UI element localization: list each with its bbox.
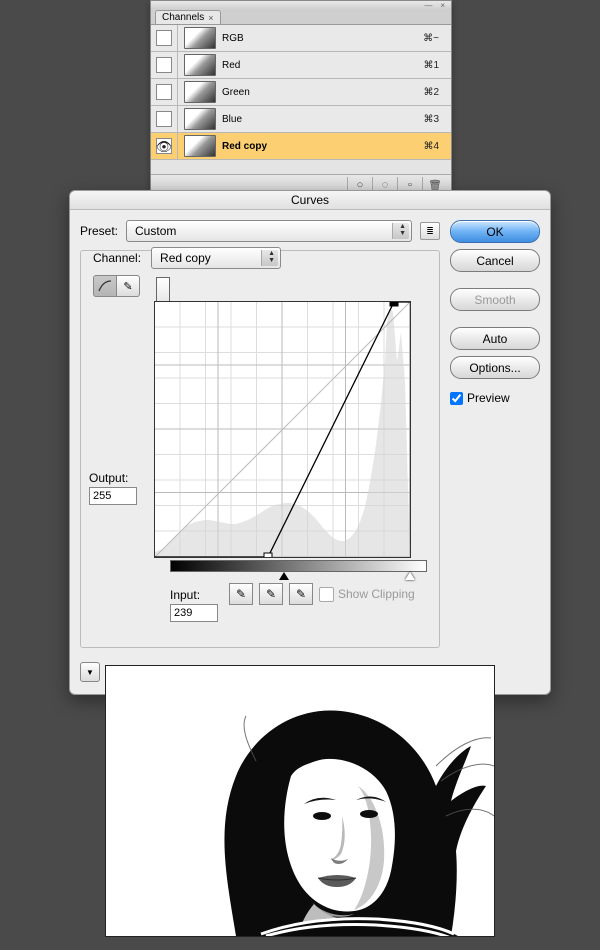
tab-channels[interactable]: Channels × xyxy=(155,10,221,24)
channel-shortcut: ⌘4 xyxy=(423,141,451,152)
auto-button[interactable]: Auto xyxy=(450,327,540,350)
ok-label: OK xyxy=(486,225,503,239)
smooth-button[interactable]: Smooth xyxy=(450,288,540,311)
black-point-slider[interactable] xyxy=(279,572,289,580)
show-clipping-label: Show Clipping xyxy=(338,587,415,601)
tab-close-icon[interactable]: × xyxy=(208,13,213,23)
preset-dropdown[interactable]: Custom ▲▼ xyxy=(126,220,412,242)
channel-shortcut: ⌘1 xyxy=(423,60,451,71)
close-icon[interactable]: × xyxy=(440,1,445,10)
channel-row[interactable]: Green ⌘2 xyxy=(151,79,451,106)
gray-eyedropper-button[interactable]: ✎ xyxy=(259,583,283,605)
channel-row[interactable]: Red ⌘1 xyxy=(151,52,451,79)
curve-grid[interactable] xyxy=(154,301,411,558)
channels-panel: — × Channels × RGB ⌘~ Red ⌘1 Green ⌘2 Bl… xyxy=(150,0,452,196)
channel-name: Green xyxy=(222,87,423,98)
disclosure-button[interactable]: ▼ xyxy=(80,662,100,682)
preview-label: Preview xyxy=(467,391,510,405)
channel-row[interactable]: Blue ⌘3 xyxy=(151,106,451,133)
output-field[interactable] xyxy=(89,487,137,505)
channel-name: Blue xyxy=(222,114,423,125)
output-label: Output: xyxy=(89,471,137,485)
eyedropper-icon: ✎ xyxy=(236,587,246,601)
channel-dropdown[interactable]: Red copy ▲▼ xyxy=(151,247,281,269)
tab-label: Channels xyxy=(162,12,204,23)
options-button[interactable]: Options... xyxy=(450,356,540,379)
channel-thumb xyxy=(184,108,216,130)
smooth-label: Smooth xyxy=(474,293,515,307)
eyedropper-icon: ✎ xyxy=(266,587,276,601)
white-eyedropper-button[interactable]: ✎ xyxy=(289,583,313,605)
white-point-slider[interactable] xyxy=(405,572,415,580)
curve-group: Channel: Red copy ▲▼ ✎ xyxy=(80,250,440,648)
preview-checkbox[interactable] xyxy=(450,392,463,405)
curve-point-shadow[interactable] xyxy=(264,553,273,559)
channel-thumb xyxy=(184,54,216,76)
show-clipping-row[interactable]: Show Clipping xyxy=(319,587,415,602)
panel-titlebar: — × xyxy=(151,1,451,9)
pencil-tool-button[interactable]: ✎ xyxy=(117,275,140,297)
show-clipping-checkbox[interactable] xyxy=(319,587,334,602)
panel-tabs: Channels × xyxy=(151,9,451,25)
channel-thumb xyxy=(184,135,216,157)
channel-thumb xyxy=(184,27,216,49)
visibility-toggle[interactable] xyxy=(151,79,178,105)
visibility-toggle[interactable]: 👁 xyxy=(151,133,178,159)
channel-row[interactable]: 👁 Red copy ⌘4 xyxy=(151,133,451,160)
auto-label: Auto xyxy=(483,332,508,346)
preset-menu-icon[interactable]: ≣ xyxy=(420,222,440,240)
input-gradient xyxy=(170,560,427,572)
pencil-icon: ✎ xyxy=(123,280,132,293)
black-eyedropper-button[interactable]: ✎ xyxy=(229,583,253,605)
dialog-title: Curves xyxy=(70,191,550,210)
preset-label: Preset: xyxy=(80,224,118,238)
channel-label: Channel: xyxy=(89,251,145,265)
channel-shortcut: ⌘3 xyxy=(423,114,451,125)
curve-tool-icon xyxy=(98,280,112,292)
ok-button[interactable]: OK xyxy=(450,220,540,243)
curve-point-highlight[interactable] xyxy=(390,301,399,307)
channel-shortcut: ⌘~ xyxy=(423,33,451,44)
eyedropper-icon: ✎ xyxy=(296,587,306,601)
result-preview xyxy=(105,665,495,937)
channel-value: Red copy xyxy=(160,251,211,265)
channel-name: Red xyxy=(222,60,423,71)
curves-dialog: Curves Preset: Custom ▲▼ ≣ Channel: Red … xyxy=(69,190,551,695)
channel-shortcut: ⌘2 xyxy=(423,87,451,98)
cancel-label: Cancel xyxy=(476,254,513,268)
curve-tool-button[interactable] xyxy=(93,275,117,297)
input-field[interactable] xyxy=(170,604,218,622)
preset-value: Custom xyxy=(135,224,176,238)
cancel-button[interactable]: Cancel xyxy=(450,249,540,272)
channel-thumb xyxy=(184,81,216,103)
visibility-toggle[interactable] xyxy=(151,25,178,51)
minimize-icon[interactable]: — xyxy=(424,1,432,10)
options-label: Options... xyxy=(469,361,520,375)
visibility-toggle[interactable] xyxy=(151,106,178,132)
preview-row[interactable]: Preview xyxy=(450,391,540,405)
curve-lines xyxy=(155,302,410,557)
channel-empty-area xyxy=(151,160,451,174)
channel-name: RGB xyxy=(222,33,423,44)
visibility-toggle[interactable] xyxy=(151,52,178,78)
eye-icon: 👁 xyxy=(156,140,173,153)
channel-row[interactable]: RGB ⌘~ xyxy=(151,25,451,52)
channel-name: Red copy xyxy=(222,141,423,152)
output-block: Output: xyxy=(89,471,137,505)
